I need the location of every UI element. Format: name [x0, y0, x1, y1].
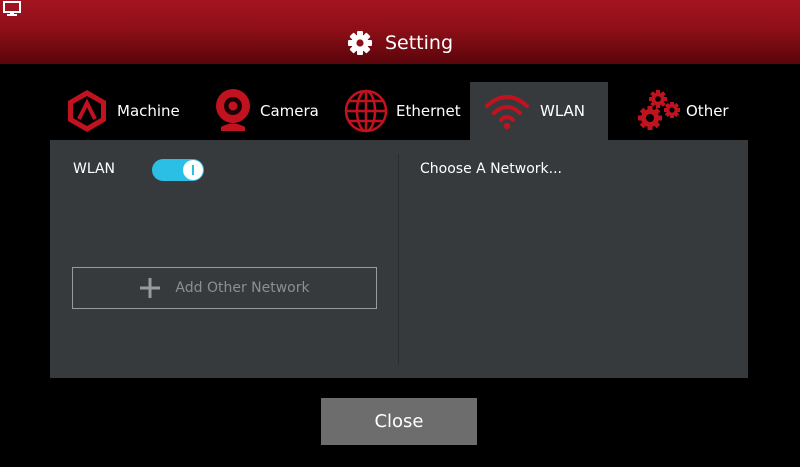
close-button[interactable]: Close — [321, 398, 477, 445]
wlan-toggle[interactable] — [152, 159, 204, 181]
add-other-network-button[interactable]: Add Other Network — [72, 267, 377, 309]
tab-other[interactable]: Other — [636, 82, 748, 140]
plus-icon — [140, 278, 161, 298]
close-label: Close — [374, 411, 424, 432]
wlan-label: WLAN — [73, 161, 116, 177]
monitor-icon — [3, 1, 21, 16]
tab-camera[interactable]: Camera — [213, 82, 333, 140]
settings-tabs: Machine Camera Ethernet WLAN Other — [50, 82, 748, 140]
tab-label: Other — [686, 102, 729, 120]
toggle-knob — [183, 160, 203, 180]
window-title: Setting — [384, 32, 454, 54]
tab-label: Ethernet — [396, 102, 461, 120]
tab-ethernet[interactable]: Ethernet — [343, 82, 463, 140]
add-network-label: Add Other Network — [175, 280, 310, 296]
tab-wlan[interactable]: WLAN — [470, 82, 608, 140]
tab-machine[interactable]: Machine — [64, 82, 184, 140]
panel-divider — [398, 154, 399, 364]
title-group: Setting — [0, 28, 800, 58]
gear-icon — [347, 31, 372, 55]
tab-label: WLAN — [540, 102, 586, 120]
title-bar: Setting — [0, 0, 800, 64]
tab-label: Camera — [260, 102, 319, 120]
wifi-icon — [485, 95, 529, 130]
tab-label: Machine — [117, 102, 180, 120]
wlan-panel: WLAN Add Other Network Choose A Network.… — [50, 140, 748, 378]
machine-logo-icon — [68, 90, 106, 132]
globe-icon — [344, 89, 388, 133]
choose-network-label: Choose A Network... — [420, 161, 562, 177]
webcam-icon — [216, 89, 250, 131]
gears-icon — [638, 90, 680, 130]
